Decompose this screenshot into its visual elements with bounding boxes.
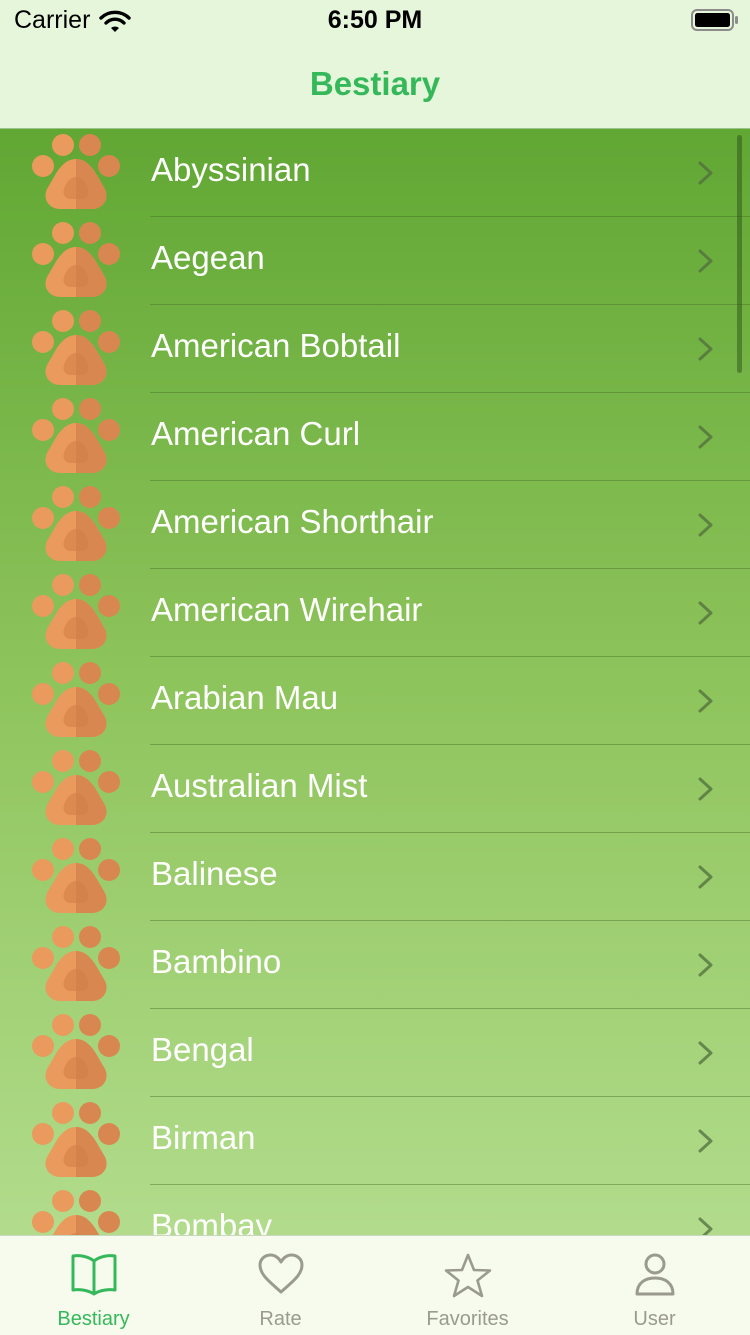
paw-icon <box>30 485 122 565</box>
scroll-indicator[interactable] <box>737 135 742 373</box>
tab-user-label: User <box>633 1308 676 1330</box>
person-icon <box>561 1252 748 1303</box>
paw-icon <box>30 221 122 301</box>
tab-bar: Bestiary Rate Favorites User <box>0 1235 750 1335</box>
breed-name: Bombay <box>151 1207 273 1235</box>
status-time: 6:50 PM <box>327 6 423 34</box>
tab-bestiary-label: Bestiary <box>57 1308 130 1330</box>
chevron-right-icon <box>697 952 715 983</box>
chevron-right-icon <box>697 424 715 455</box>
breed-name: Arabian Mau <box>151 679 339 716</box>
status-bar: Carrier 6:50 PM <box>0 0 750 40</box>
list-item[interactable]: Birman <box>0 1097 750 1185</box>
paw-icon <box>30 1101 122 1181</box>
paw-icon <box>30 661 122 741</box>
paw-icon <box>30 133 122 213</box>
book-icon <box>0 1252 187 1301</box>
breed-name: American Wirehair <box>151 591 423 628</box>
paw-icon <box>30 837 122 917</box>
list-item[interactable]: Australian Mist <box>0 745 750 833</box>
tab-favorites[interactable]: Favorites <box>374 1236 561 1335</box>
list-item[interactable]: Aegean <box>0 217 750 305</box>
breed-name: American Bobtail <box>151 327 401 364</box>
paw-icon <box>30 925 122 1005</box>
navigation-bar: Bestiary <box>0 40 750 129</box>
chevron-right-icon <box>697 1216 715 1235</box>
paw-icon <box>30 397 122 477</box>
chevron-right-icon <box>697 688 715 719</box>
breed-name: Australian Mist <box>151 767 368 804</box>
chevron-right-icon <box>697 160 715 191</box>
tab-favorites-label: Favorites <box>426 1308 509 1330</box>
list-item[interactable]: Bambino <box>0 921 750 1009</box>
list-item[interactable]: American Bobtail <box>0 305 750 393</box>
paw-icon <box>30 573 122 653</box>
list-item[interactable]: Arabian Mau <box>0 657 750 745</box>
tab-bestiary[interactable]: Bestiary <box>0 1236 187 1335</box>
breed-name: Aegean <box>151 239 265 276</box>
list-item[interactable]: American Curl <box>0 393 750 481</box>
list-item[interactable]: American Shorthair <box>0 481 750 569</box>
paw-icon <box>30 1189 122 1235</box>
breed-name: American Curl <box>151 415 361 452</box>
paw-icon <box>30 309 122 389</box>
chevron-right-icon <box>697 248 715 279</box>
paw-icon <box>30 1013 122 1093</box>
list-item[interactable]: Bombay <box>0 1185 750 1235</box>
breed-name: Balinese <box>151 855 278 892</box>
chevron-right-icon <box>697 336 715 367</box>
breed-name: Bambino <box>151 943 282 980</box>
chevron-right-icon <box>697 1128 715 1159</box>
chevron-right-icon <box>697 512 715 543</box>
list-item[interactable]: American Wirehair <box>0 569 750 657</box>
chevron-right-icon <box>697 864 715 895</box>
page-title: Bestiary <box>309 65 441 102</box>
breed-name: Bengal <box>151 1031 254 1068</box>
breed-name: Abyssinian <box>151 151 311 188</box>
tab-user[interactable]: User <box>561 1236 748 1335</box>
heart-icon <box>187 1252 374 1301</box>
chevron-right-icon <box>697 1040 715 1071</box>
list-item[interactable]: Balinese <box>0 833 750 921</box>
chevron-right-icon <box>697 600 715 631</box>
battery-icon <box>691 9 739 36</box>
breed-name: American Shorthair <box>151 503 434 540</box>
list-item[interactable]: Bengal <box>0 1009 750 1097</box>
chevron-right-icon <box>697 776 715 807</box>
star-icon <box>374 1252 561 1305</box>
tab-rate[interactable]: Rate <box>187 1236 374 1335</box>
list-item[interactable]: Abyssinian <box>0 129 750 217</box>
paw-icon <box>30 749 122 829</box>
breed-name: Birman <box>151 1119 256 1156</box>
tab-rate-label: Rate <box>259 1308 302 1330</box>
breed-list[interactable]: Abyssinian Aegean American Bobtail American… <box>0 129 750 1235</box>
